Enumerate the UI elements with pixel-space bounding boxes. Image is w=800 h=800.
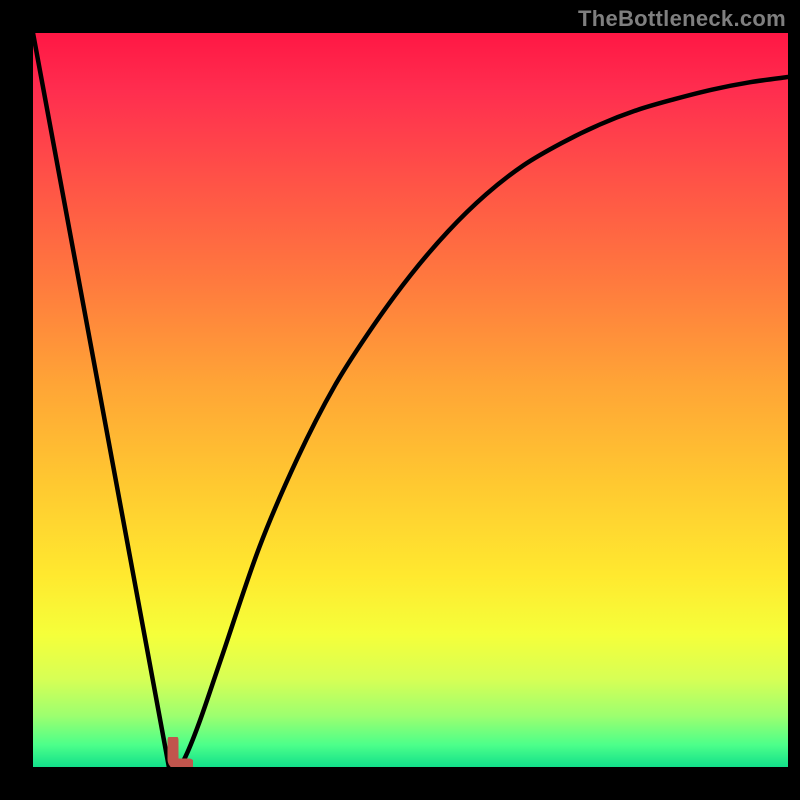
- chart-plot-area: [33, 33, 788, 767]
- chart-frame: TheBottleneck.com: [0, 0, 800, 800]
- valley-marker-icon: [167, 737, 193, 767]
- watermark-label: TheBottleneck.com: [578, 6, 786, 32]
- bottleneck-curve: [33, 33, 788, 767]
